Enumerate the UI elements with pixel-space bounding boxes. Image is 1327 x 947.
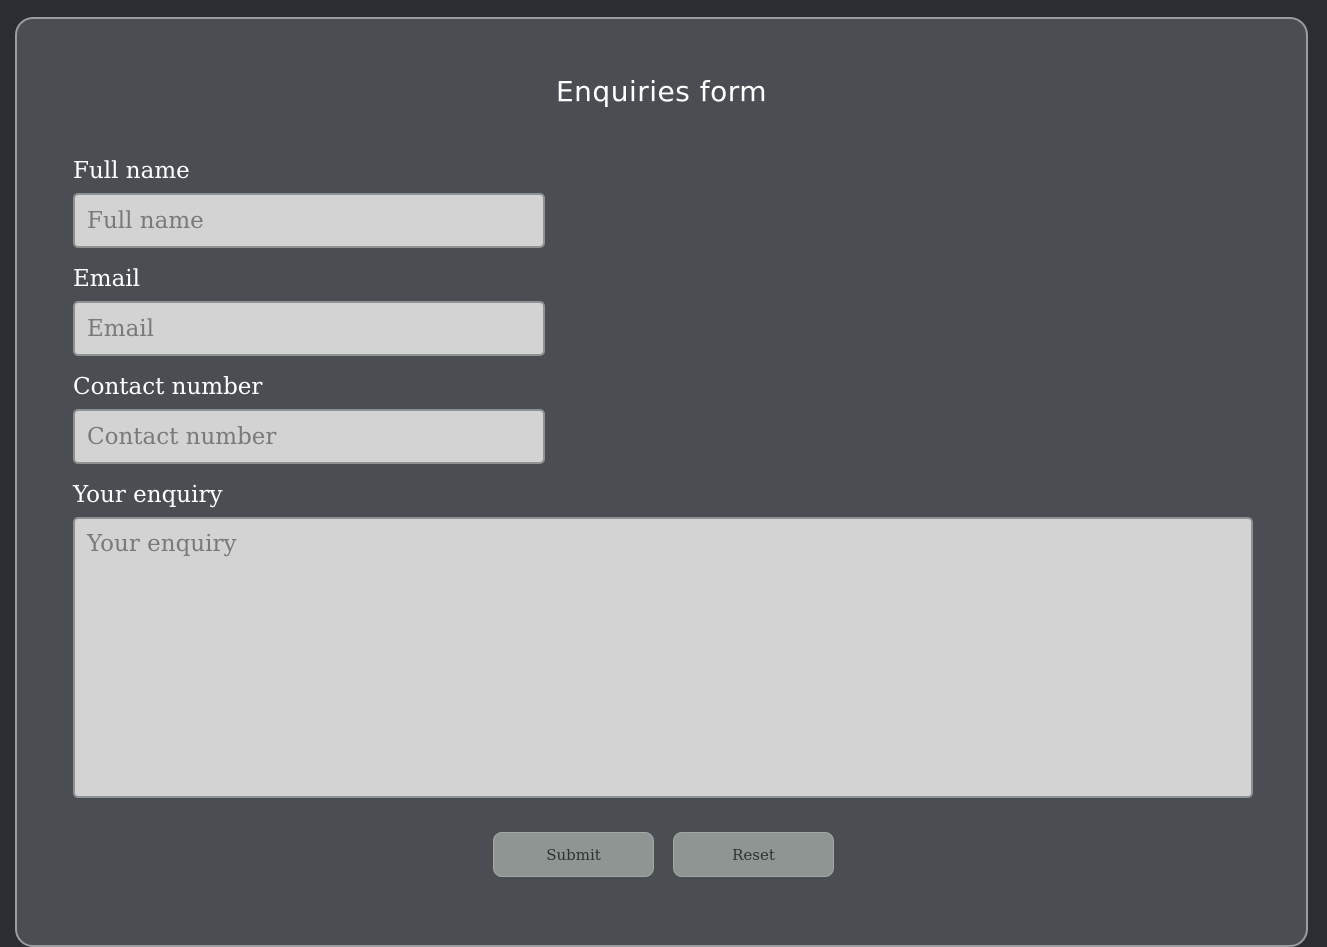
- enquiry-label: Your enquiry: [73, 482, 223, 508]
- full-name-label: Full name: [73, 158, 190, 184]
- email-label: Email: [73, 266, 141, 292]
- submit-button[interactable]: Submit: [493, 832, 654, 877]
- full-name-input[interactable]: [73, 193, 545, 248]
- email-input[interactable]: [73, 301, 545, 356]
- enquiries-form-card: Enquiries form Full name Email Contact n…: [15, 17, 1308, 947]
- contact-number-label: Contact number: [73, 374, 263, 400]
- contact-number-input[interactable]: [73, 409, 545, 464]
- enquiry-textarea[interactable]: [73, 517, 1253, 798]
- form-title: Enquiries form: [555, 75, 768, 108]
- reset-button[interactable]: Reset: [673, 832, 834, 877]
